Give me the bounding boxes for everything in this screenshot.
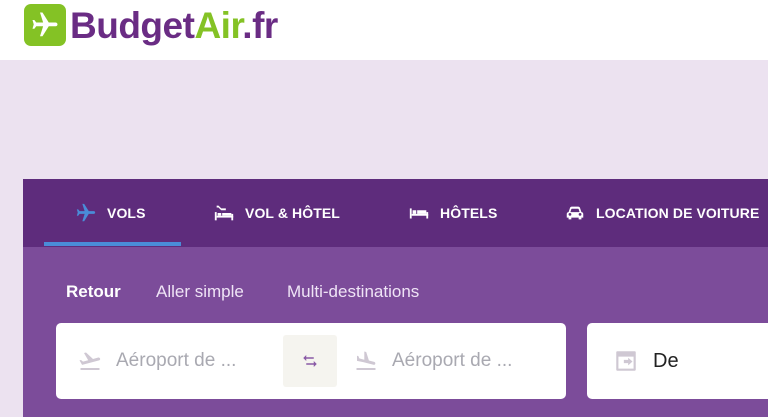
logo-text-budget: Budget bbox=[70, 4, 195, 46]
active-tab-indicator bbox=[44, 242, 181, 246]
destination-field[interactable]: Aéroport de ... bbox=[354, 323, 512, 399]
trip-type-one-way[interactable]: Aller simple bbox=[156, 282, 244, 302]
calendar-icon bbox=[616, 351, 636, 371]
search-panel: VOLS VOL & HÔTEL HÔTELS LOCATION DE VOIT… bbox=[23, 179, 768, 417]
tab-car-rental-label: LOCATION DE VOITURE bbox=[596, 205, 760, 221]
logo-text-fr: .fr bbox=[242, 4, 278, 46]
logo-text-air: Air bbox=[194, 4, 243, 46]
trip-type-multi-city[interactable]: Multi-destinations bbox=[287, 282, 419, 302]
origin-field[interactable]: Aéroport de ... bbox=[78, 323, 236, 399]
departure-date-field[interactable]: De bbox=[587, 323, 768, 399]
tab-car-rental[interactable]: LOCATION DE VOITURE bbox=[564, 179, 759, 247]
budgetair-logo[interactable]: BudgetAir.fr bbox=[24, 0, 278, 50]
logo-wordmark: BudgetAir.fr bbox=[70, 7, 278, 44]
product-tabs: VOLS VOL & HÔTEL HÔTELS LOCATION DE VOIT… bbox=[23, 179, 768, 247]
swap-airports-button[interactable] bbox=[283, 335, 337, 387]
tab-flight-hotel-label: VOL & HÔTEL bbox=[245, 205, 340, 221]
trip-type-return[interactable]: Retour bbox=[66, 282, 121, 302]
origin-placeholder: Aéroport de ... bbox=[116, 350, 237, 371]
airport-search-box: Aéroport de ... Aéroport de ... bbox=[56, 323, 566, 399]
car-icon bbox=[566, 206, 584, 220]
plane-bed-icon bbox=[214, 205, 234, 221]
plane-icon bbox=[76, 203, 96, 222]
site-header: BudgetAir.fr bbox=[0, 0, 768, 60]
tab-flight-hotel[interactable]: VOL & HÔTEL bbox=[213, 179, 340, 247]
arrival-icon bbox=[356, 351, 376, 370]
date-label: De bbox=[653, 349, 679, 372]
tab-hotels-label: HÔTELS bbox=[440, 205, 498, 221]
tab-flights[interactable]: VOLS bbox=[75, 179, 146, 247]
swap-icon bbox=[303, 355, 317, 367]
departure-icon bbox=[79, 352, 101, 370]
tab-hotels[interactable]: HÔTELS bbox=[408, 179, 497, 247]
bed-icon bbox=[409, 208, 429, 219]
destination-placeholder: Aéroport de ... bbox=[392, 350, 513, 371]
tab-flights-label: VOLS bbox=[107, 205, 146, 221]
plane-logo-icon bbox=[24, 4, 66, 46]
